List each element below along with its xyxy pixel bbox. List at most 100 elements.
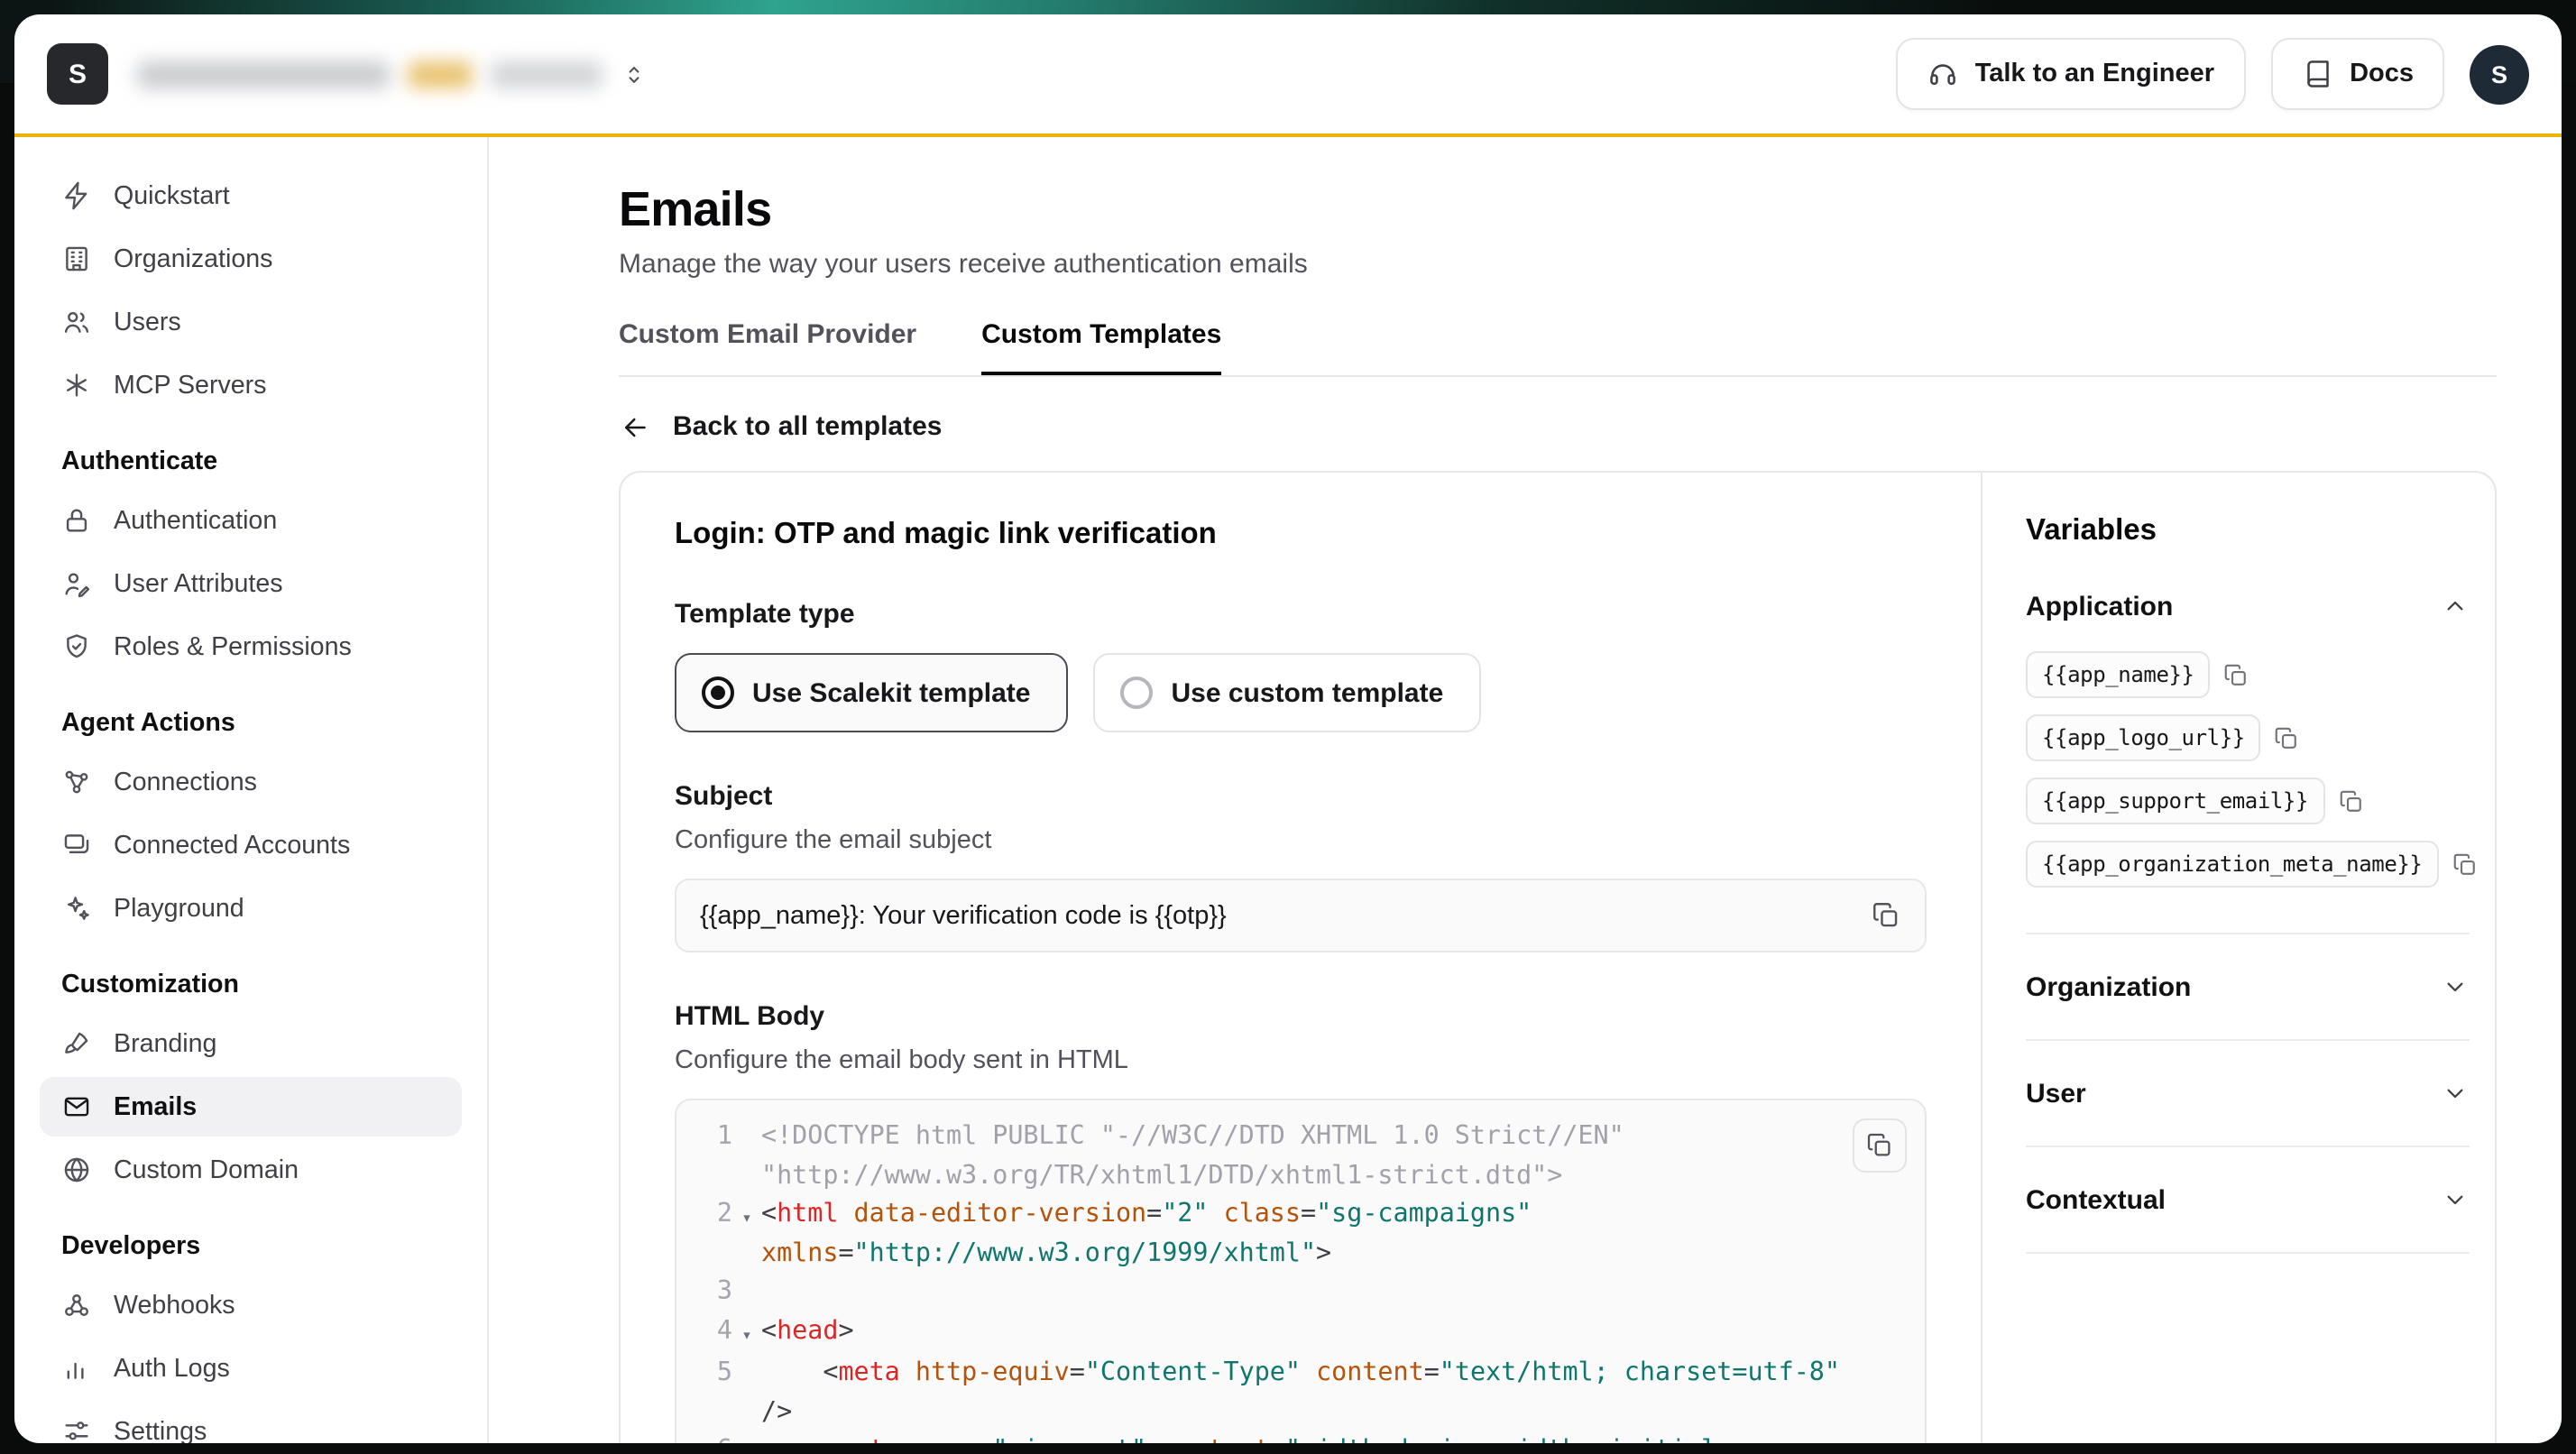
variables-group-toggle-organization[interactable]: Organization [2026, 934, 2470, 1039]
back-link[interactable]: Back to all templates [619, 410, 2497, 446]
variables-group-application: Application{{app_name}}{{app_logo_url}}{… [2026, 561, 2470, 934]
variables-group-label: Application [2026, 591, 2173, 621]
copy-variable-button[interactable] [2337, 787, 2364, 814]
users-icon [61, 307, 92, 337]
sidebar-item-roles-permissions[interactable]: Roles & Permissions [40, 617, 462, 676]
sidebar-item-playground[interactable]: Playground [40, 879, 462, 938]
copy-icon [2452, 851, 2479, 878]
docs-button[interactable]: Docs [2270, 38, 2444, 110]
sidebar-item-custom-domain[interactable]: Custom Domain [40, 1140, 462, 1200]
sidebar-item-emails[interactable]: Emails [40, 1077, 462, 1137]
chevron-down-icon [2441, 1185, 2470, 1214]
sidebar-item-connected-accounts[interactable]: Connected Accounts [40, 815, 462, 875]
variables-group-label: Organization [2026, 971, 2191, 1002]
variable-chip-row: {{app_logo_url}} [2026, 714, 2470, 761]
copy-icon [1871, 900, 1901, 931]
sidebar-item-mcp-servers[interactable]: MCP Servers [40, 355, 462, 415]
code-text: <head> [761, 1312, 1925, 1355]
user-avatar[interactable]: S [2470, 44, 2529, 104]
variables-groups: Application{{app_name}}{{app_logo_url}}{… [2026, 561, 2470, 1254]
sidebar-item-label: User Attributes [114, 569, 283, 598]
playground-icon [61, 893, 92, 924]
fold-toggle-icon[interactable]: ▾ [732, 1312, 761, 1355]
html-body-help: Configure the email body sent in HTML [675, 1044, 1927, 1077]
sidebar-item-label: Playground [114, 894, 244, 923]
copy-icon [1865, 1131, 1894, 1160]
html-body-editor[interactable]: 1<!DOCTYPE html PUBLIC "-//W3C//DTD XHTM… [675, 1099, 1927, 1443]
line-number: 5 [689, 1355, 732, 1432]
fold-spacer [732, 1274, 761, 1312]
copy-icon [2337, 787, 2364, 814]
sidebar-item-label: Branding [114, 1029, 216, 1058]
template-type-options: Use Scalekit template Use custom template [675, 653, 1927, 732]
sidebar-item-label: Webhooks [114, 1291, 235, 1320]
sidebar-item-label: Connections [114, 768, 257, 796]
workspace-logo[interactable]: S [47, 43, 108, 105]
sidebar-item-connections[interactable]: Connections [40, 752, 462, 812]
sidebar-item-quickstart[interactable]: Quickstart [40, 166, 462, 225]
option-use-custom-template[interactable]: Use custom template [1094, 653, 1482, 732]
copy-subject-button[interactable] [1871, 900, 1901, 931]
subject-input[interactable] [700, 901, 1853, 930]
tab-custom-email-provider[interactable]: Custom Email Provider [619, 317, 916, 375]
lock-icon [61, 505, 92, 536]
subject-label: Subject [675, 779, 1927, 814]
sidebar-item-label: Emails [114, 1092, 197, 1121]
variable-chip[interactable]: {{app_logo_url}} [2026, 714, 2261, 761]
variables-title: Variables [2026, 512, 2470, 550]
sidebar-item-webhooks[interactable]: Webhooks [40, 1275, 462, 1335]
variables-group-toggle-contextual[interactable]: Contextual [2026, 1147, 2470, 1252]
sidebar-item-organizations[interactable]: Organizations [40, 229, 462, 289]
branding-icon [61, 1028, 92, 1059]
sidebar-item-label: Roles & Permissions [114, 632, 352, 661]
org-switcher[interactable] [137, 60, 648, 87]
gutter: 6 [676, 1432, 761, 1443]
variables-group-organization: Organization [2026, 934, 2470, 1041]
page-subtitle: Manage the way your users receive authen… [619, 249, 2497, 281]
sidebar-section-agent-actions: Agent Actions [40, 705, 462, 741]
subject-field [675, 879, 1927, 952]
code-line-5: 5 <meta http-equiv="Content-Type" conten… [676, 1355, 1925, 1432]
chevron-down-icon [2441, 1079, 2470, 1108]
fold-toggle-icon[interactable]: ▾ [732, 1196, 761, 1274]
logs-icon [61, 1353, 92, 1384]
sidebar-item-authentication[interactable]: Authentication [40, 491, 462, 550]
variable-chip[interactable]: {{app_name}} [2026, 651, 2211, 698]
template-heading: Login: OTP and magic link verification [675, 516, 1927, 554]
variables-group-toggle-application[interactable]: Application [2026, 561, 2470, 651]
talk-to-engineer-button[interactable]: Talk to an Engineer [1896, 38, 2245, 110]
copy-variable-button[interactable] [2274, 724, 2301, 751]
app-window: S Talk to an Engineer Docs S [14, 14, 2562, 1443]
tab-custom-templates[interactable]: Custom Templates [981, 317, 1221, 375]
code-text: <meta name="viewport" content="width=dev… [761, 1432, 1925, 1443]
variables-group-toggle-user[interactable]: User [2026, 1041, 2470, 1146]
variable-chip[interactable]: {{app_organization_meta_name}} [2026, 841, 2439, 888]
sidebar-item-settings[interactable]: Settings [40, 1402, 462, 1443]
zap-icon [61, 180, 92, 211]
copy-variable-button[interactable] [2452, 851, 2479, 878]
code-text [761, 1274, 1925, 1312]
topbar-actions: Talk to an Engineer Docs S [1896, 38, 2529, 110]
variables-group-label: User [2026, 1078, 2086, 1109]
gutter: 3 [676, 1274, 761, 1312]
variable-chip-row: {{app_organization_meta_name}} [2026, 841, 2470, 888]
code-line-4: 4▾<head> [676, 1312, 1925, 1355]
line-number: 4 [689, 1312, 732, 1355]
book-icon [2301, 58, 2333, 90]
chevron-up-icon [2441, 592, 2470, 621]
sidebar-item-users[interactable]: Users [40, 292, 462, 352]
copy-variable-button[interactable] [2223, 661, 2250, 688]
option-use-scalekit-template[interactable]: Use Scalekit template [675, 653, 1069, 732]
copy-code-button[interactable] [1853, 1118, 1907, 1173]
variable-chips: {{app_name}} {{app_logo_url}} {{app_suppor… [2026, 651, 2470, 933]
sidebar-item-user-attributes[interactable]: User Attributes [40, 554, 462, 613]
variable-chip[interactable]: {{app_support_email}} [2026, 778, 2324, 824]
main-content: Emails Manage the way your users receive… [489, 137, 2562, 1443]
sidebar-item-auth-logs[interactable]: Auth Logs [40, 1339, 462, 1398]
code-line-2: 2▾<html data-editor-version="2" class="s… [676, 1196, 1925, 1274]
roles-icon [61, 631, 92, 662]
option-label: Use custom template [1172, 677, 1444, 708]
sidebar-item-branding[interactable]: Branding [40, 1014, 462, 1073]
fold-spacer [732, 1432, 761, 1443]
org-switcher-chevrons [621, 60, 648, 87]
